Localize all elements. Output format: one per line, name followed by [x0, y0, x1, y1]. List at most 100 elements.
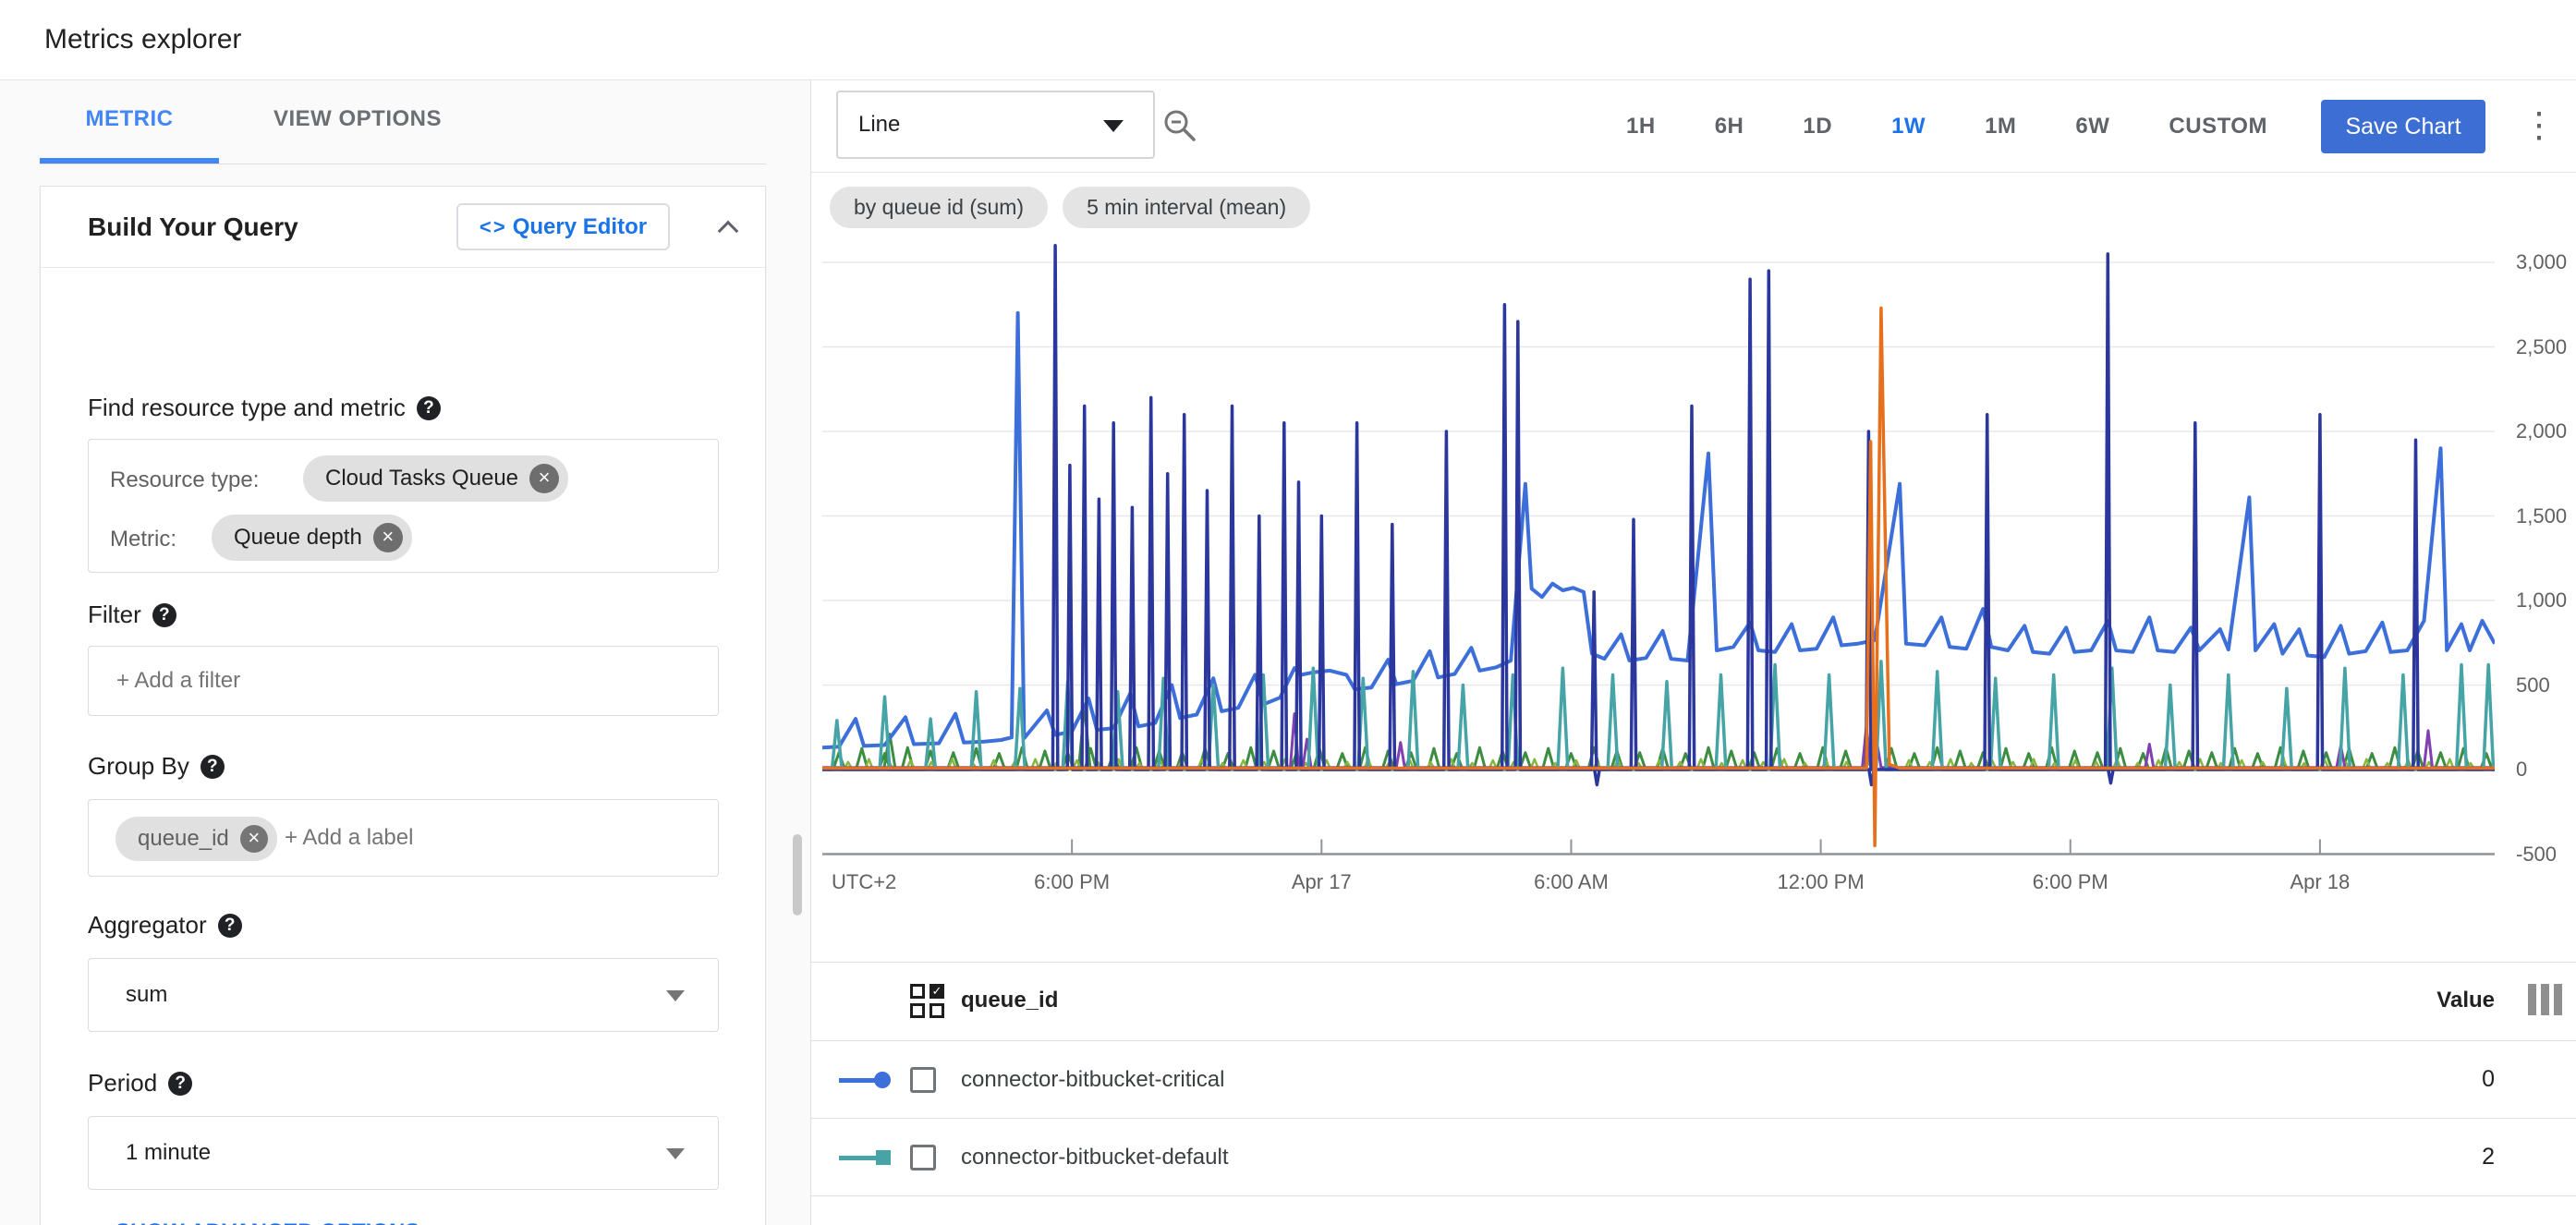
query-editor-label: Query Editor	[513, 214, 647, 240]
grid-square	[910, 1003, 925, 1018]
metrics-explorer-page: Metrics explorer METRICVIEW OPTIONS Buil…	[0, 0, 2576, 1225]
chevron-down-icon	[83, 1221, 102, 1225]
chevron-up-icon	[718, 221, 739, 242]
aggregator-value: sum	[126, 959, 167, 1031]
save-chart-button[interactable]: Save Chart	[2321, 100, 2485, 153]
grid-square	[910, 984, 925, 999]
line-chart[interactable]: 3,0002,5002,0001,5001,0005000-500UTC+26:…	[822, 237, 2495, 883]
value-cell: 0	[2482, 1066, 2495, 1093]
collapse-card-button[interactable]	[711, 211, 745, 244]
range-button-1m[interactable]: 1M	[1955, 80, 2046, 172]
build-query-card: Build Your Query Query Editor Find resou…	[40, 186, 766, 1225]
filter-placeholder: + Add a filter	[116, 668, 240, 694]
period-label: Period	[88, 1069, 157, 1098]
y-axis-label: -500	[2516, 843, 2576, 867]
table-header-row: queue_id Value	[811, 962, 2576, 1040]
select-all-grid-icon[interactable]	[910, 984, 945, 1019]
range-button-6h[interactable]: 6H	[1685, 80, 1774, 172]
grid-square-checked	[930, 984, 944, 999]
sidebar-scrollbar[interactable]	[793, 834, 802, 916]
x-axis-label: 12:00 PM	[1747, 870, 1895, 894]
x-axis-label: 6:00 AM	[1497, 870, 1645, 894]
dropdown-arrow-icon	[666, 1148, 685, 1159]
chart-plot-svg	[822, 237, 2495, 883]
x-axis-label: 6:00 PM	[998, 870, 1146, 894]
card-title: Build Your Query	[88, 187, 298, 267]
app-header: Metrics explorer	[0, 0, 2576, 80]
kebab-menu-icon	[2521, 125, 2557, 140]
queue-id-cell: connector-bitbucket-default	[961, 1145, 1229, 1170]
filter-heading: Filter	[88, 600, 176, 629]
card-header: Build Your Query Query Editor	[41, 187, 765, 268]
help-icon[interactable]	[152, 603, 176, 627]
chart-type-select[interactable]: Line	[836, 91, 1155, 159]
resource-type-label: Resource type:	[110, 467, 259, 493]
group-by-box[interactable]: queue_id + Add a label	[88, 799, 719, 877]
series-marker-square	[839, 1146, 891, 1169]
column-bar	[2528, 984, 2536, 1015]
find-resource-heading: Find resource type and metric	[88, 394, 441, 422]
group-by-label: Group By	[88, 752, 189, 781]
filter-input[interactable]: + Add a filter	[88, 646, 719, 716]
columns-icon[interactable]	[2528, 984, 2565, 1015]
aggregation-chips: by queue id (sum) 5 min interval (mean)	[830, 187, 1310, 228]
chart-type-value: Line	[858, 92, 900, 157]
help-icon[interactable]	[417, 396, 441, 420]
range-button-1w[interactable]: 1W	[1862, 80, 1955, 172]
group-by-chip-label: queue_id	[138, 826, 229, 852]
period-select[interactable]: 1 minute	[88, 1116, 719, 1190]
help-icon[interactable]	[168, 1072, 192, 1096]
remove-group-by-icon[interactable]	[240, 825, 268, 853]
x-axis-label: Apr 17	[1247, 870, 1395, 894]
series-unlabeled-navy	[822, 246, 2495, 785]
tab-metric[interactable]: METRIC	[40, 80, 219, 158]
group-by-chip[interactable]: queue_id	[115, 817, 277, 861]
y-axis-label: 2,000	[2516, 419, 2576, 443]
query-sidebar: METRICVIEW OPTIONS Build Your Query Quer…	[0, 80, 810, 1225]
y-axis-label: 1,500	[2516, 504, 2576, 528]
aggregation-chip-0[interactable]: by queue id (sum)	[830, 187, 1048, 228]
query-editor-button[interactable]: Query Editor	[456, 203, 670, 250]
value-cell: 2	[2482, 1144, 2495, 1170]
y-axis-label: 1,000	[2516, 588, 2576, 612]
metric-chip[interactable]: Queue depth	[212, 515, 412, 561]
queue-id-cell: connector-bitbucket-critical	[961, 1067, 1224, 1093]
range-button-custom[interactable]: CUSTOM	[2139, 80, 2297, 172]
grid-square	[930, 1003, 944, 1018]
table-row[interactable]: connector-bitbucket-default 2	[811, 1119, 2576, 1195]
row-checkbox[interactable]	[910, 1145, 936, 1170]
metric-label: Metric:	[110, 527, 176, 552]
tab-view-options[interactable]: VIEW OPTIONS	[219, 80, 496, 158]
advanced-options-label: SHOW ADVANCED OPTIONS	[115, 1219, 419, 1225]
time-range-buttons: 1H6H1D1W1M6WCUSTOM	[1597, 80, 2297, 172]
resource-type-chip[interactable]: Cloud Tasks Queue	[303, 455, 568, 502]
help-icon[interactable]	[200, 755, 225, 779]
range-button-1d[interactable]: 1D	[1773, 80, 1862, 172]
range-button-1h[interactable]: 1H	[1597, 80, 1685, 172]
remove-resource-icon[interactable]	[529, 464, 559, 493]
show-advanced-options-link[interactable]: SHOW ADVANCED OPTIONS	[88, 1219, 419, 1225]
aggregation-chip-1[interactable]: 5 min interval (mean)	[1063, 187, 1310, 228]
column-bar	[2541, 984, 2549, 1015]
queue-id-column-header[interactable]: queue_id	[961, 988, 1058, 1013]
row-checkbox[interactable]	[910, 1067, 936, 1093]
column-bar	[2554, 984, 2562, 1015]
more-options-button[interactable]	[2519, 93, 2559, 158]
zoom-search-icon[interactable]	[1160, 106, 1201, 147]
aggregator-select[interactable]: sum	[88, 958, 719, 1032]
page-title: Metrics explorer	[44, 0, 241, 79]
value-column-header[interactable]: Value	[2436, 988, 2495, 1013]
table-divider	[811, 1195, 2576, 1196]
series-marker-circle	[839, 1069, 891, 1091]
chart-toolbar: Line 1H6H1D1W1M6WCUSTOM Save Chart	[811, 80, 2576, 173]
y-axis-label: 500	[2516, 673, 2576, 697]
help-icon[interactable]	[218, 914, 242, 938]
x-axis-label: 6:00 PM	[1997, 870, 2145, 894]
range-button-6w[interactable]: 6W	[2046, 80, 2139, 172]
remove-metric-icon[interactable]	[373, 523, 403, 552]
aggregator-heading: Aggregator	[88, 911, 242, 940]
y-axis-label: 2,500	[2516, 335, 2576, 359]
filter-label: Filter	[88, 600, 141, 629]
metric-chip-label: Queue depth	[234, 525, 362, 551]
table-row[interactable]: connector-bitbucket-critical 0	[811, 1041, 2576, 1118]
